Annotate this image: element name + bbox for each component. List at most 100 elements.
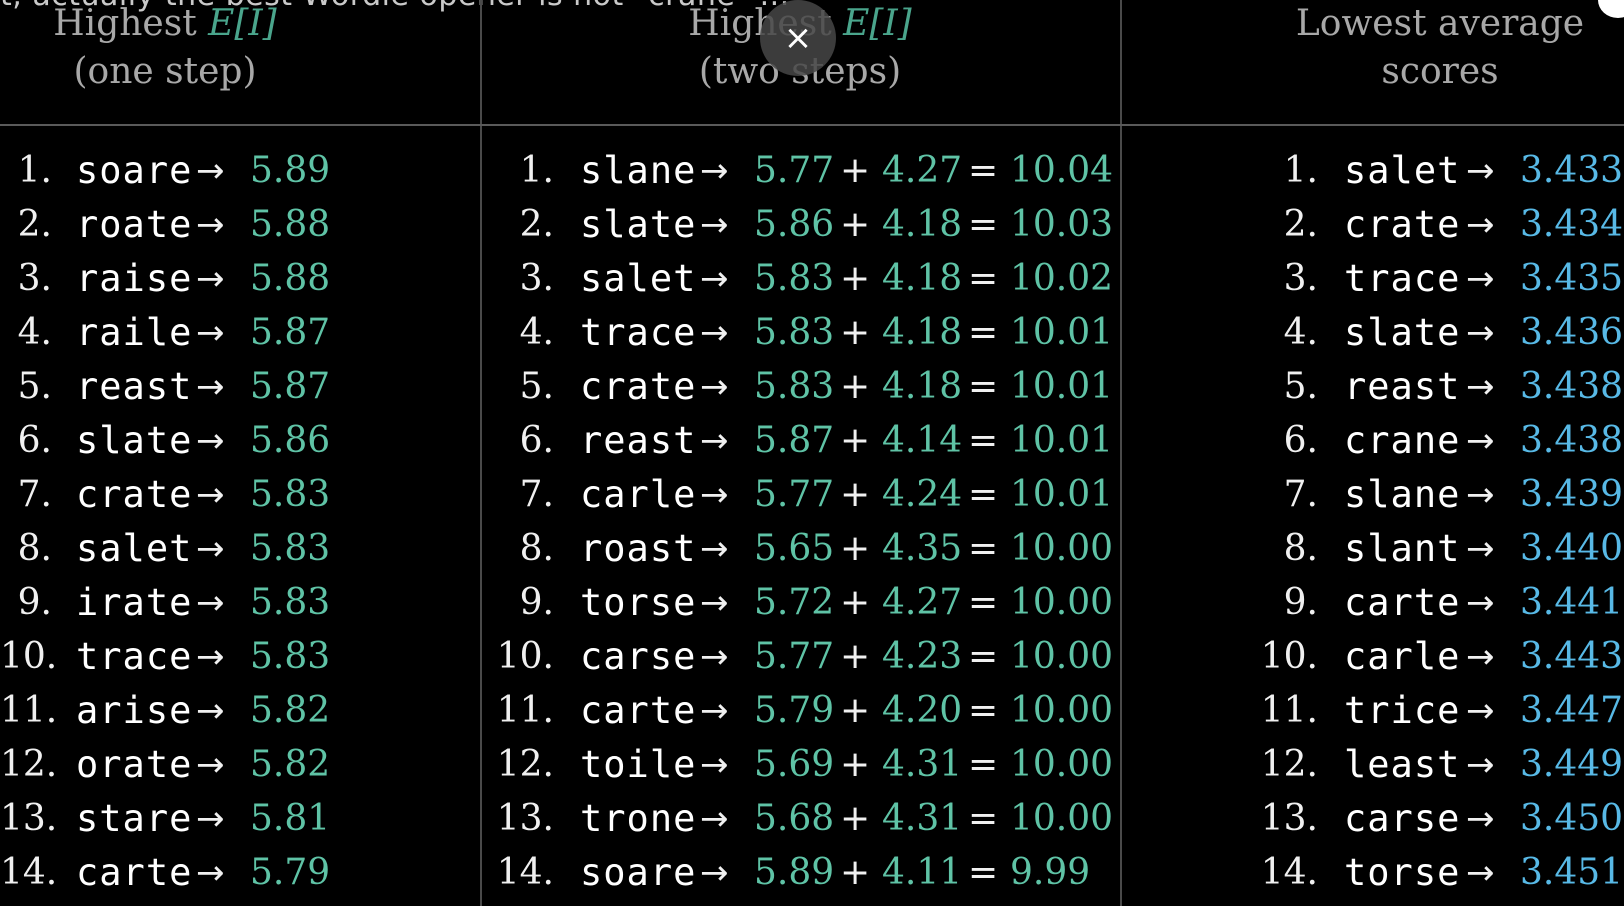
total-value: 10.04 — [1010, 150, 1114, 191]
word: carse — [1344, 797, 1461, 840]
average-score-value: 3.451 — [1520, 852, 1624, 893]
first-step-value: 5.83 — [754, 312, 835, 353]
rank-number: 2. — [17, 204, 52, 245]
list-item: 4. trace → 5.83 +4.18 = 10.01 — [482, 306, 1120, 360]
average-score-value: 3.441 — [1520, 582, 1624, 623]
arrow-icon: → — [700, 637, 729, 677]
word: irate — [76, 581, 193, 624]
equals-sign: = — [968, 204, 999, 245]
rank-number: 12. — [0, 744, 58, 785]
rank-number: 6. — [17, 420, 52, 461]
header-text: Highest — [53, 3, 209, 44]
rank-number: 7. — [17, 474, 52, 515]
list-item: 5. reast → 5.87 — [0, 360, 480, 414]
first-step-value: 5.83 — [754, 258, 835, 299]
list-item: 11. arise → 5.82 — [0, 684, 480, 738]
word: orate — [76, 743, 193, 786]
list-item: 10. carse → 5.77 +4.23 = 10.00 — [482, 630, 1120, 684]
list-item: 13. stare → 5.81 — [0, 792, 480, 846]
arrow-icon: → — [196, 367, 225, 407]
plus-sign: + — [840, 312, 871, 353]
total-value: 10.01 — [1010, 366, 1114, 407]
rank-number: 1. — [519, 150, 554, 191]
average-score-value: 3.435 — [1520, 258, 1624, 299]
header-expectation: E[I] — [208, 3, 277, 44]
list-item: 4. raile → 5.87 — [0, 306, 480, 360]
rank-number: 6. — [1283, 420, 1318, 461]
arrow-icon: → — [1466, 529, 1495, 569]
rank-number: 9. — [519, 582, 554, 623]
arrow-icon: → — [1466, 691, 1495, 731]
word: carte — [1344, 581, 1461, 624]
word: stare — [76, 797, 193, 840]
word: slate — [76, 419, 193, 462]
list-item: 7. slane → 3.439 — [1122, 468, 1623, 522]
list-item: 3. salet → 5.83 +4.18 = 10.02 — [482, 252, 1120, 306]
word: reast — [76, 365, 193, 408]
arrow-icon: → — [700, 853, 729, 893]
plus-sign: + — [840, 690, 871, 731]
entropy-value: 5.89 — [250, 150, 331, 191]
rank-number: 5. — [1283, 366, 1318, 407]
plus-sign: + — [840, 852, 871, 893]
arrow-icon: → — [1466, 475, 1495, 515]
word: reast — [1344, 365, 1461, 408]
second-step-value: 4.31 — [882, 744, 963, 785]
rank-number: 12. — [496, 744, 554, 785]
rank-number: 3. — [1283, 258, 1318, 299]
plus-sign: + — [840, 744, 871, 785]
rank-number: 11. — [0, 690, 58, 731]
rank-number: 7. — [1283, 474, 1318, 515]
list-item: 4. slate → 3.436 — [1122, 306, 1623, 360]
column-header-lowest-average: Lowest average scores — [1270, 0, 1610, 96]
word: trice — [1344, 689, 1461, 732]
close-button[interactable]: × — [760, 0, 836, 76]
arrow-icon: → — [196, 529, 225, 569]
entropy-value: 5.83 — [250, 636, 331, 677]
plus-sign: + — [840, 798, 871, 839]
total-value: 10.00 — [1010, 744, 1114, 785]
list-item: 7. crate → 5.83 — [0, 468, 480, 522]
total-value: 10.00 — [1010, 528, 1114, 569]
arrow-icon: → — [700, 259, 729, 299]
average-score-value: 3.438 — [1520, 420, 1624, 461]
arrow-icon: → — [196, 259, 225, 299]
list-item: 5. crate → 5.83 +4.18 = 10.01 — [482, 360, 1120, 414]
word: trone — [580, 797, 697, 840]
word: slane — [1344, 473, 1461, 516]
rank-number: 10. — [0, 636, 58, 677]
list-item: 11. carte → 5.79 +4.20 = 10.00 — [482, 684, 1120, 738]
list-item: 8. slant → 3.440 — [1122, 522, 1623, 576]
header-title: Lowest average — [1295, 3, 1585, 44]
arrow-icon: → — [700, 205, 729, 245]
second-step-value: 4.31 — [882, 798, 963, 839]
arrow-icon: → — [1466, 421, 1495, 461]
word: crane — [1344, 419, 1461, 462]
plus-sign: + — [840, 474, 871, 515]
rank-number: 4. — [17, 312, 52, 353]
list-item: 1. slane → 5.77 +4.27 = 10.04 — [482, 144, 1120, 198]
arrow-icon: → — [700, 151, 729, 191]
list-item: 6. crane → 3.438 — [1122, 414, 1624, 468]
arrow-icon: → — [1466, 583, 1495, 623]
arrow-icon: → — [196, 583, 225, 623]
second-step-value: 4.35 — [882, 528, 963, 569]
total-value: 10.00 — [1010, 690, 1114, 731]
equals-sign: = — [968, 744, 999, 785]
word: slane — [580, 149, 697, 192]
entropy-value: 5.81 — [250, 798, 331, 839]
word: carle — [580, 473, 697, 516]
arrow-icon: → — [196, 205, 225, 245]
average-score-value: 3.449 — [1520, 744, 1624, 785]
word: carse — [580, 635, 697, 678]
word: crate — [76, 473, 193, 516]
word: soare — [76, 149, 193, 192]
word: soare — [580, 851, 697, 894]
second-step-value: 4.27 — [882, 582, 963, 623]
equals-sign: = — [968, 312, 999, 353]
rank-number: 2. — [1283, 204, 1318, 245]
first-step-value: 5.68 — [754, 798, 835, 839]
equals-sign: = — [968, 852, 999, 893]
total-value: 10.00 — [1010, 582, 1114, 623]
plus-sign: + — [840, 420, 871, 461]
